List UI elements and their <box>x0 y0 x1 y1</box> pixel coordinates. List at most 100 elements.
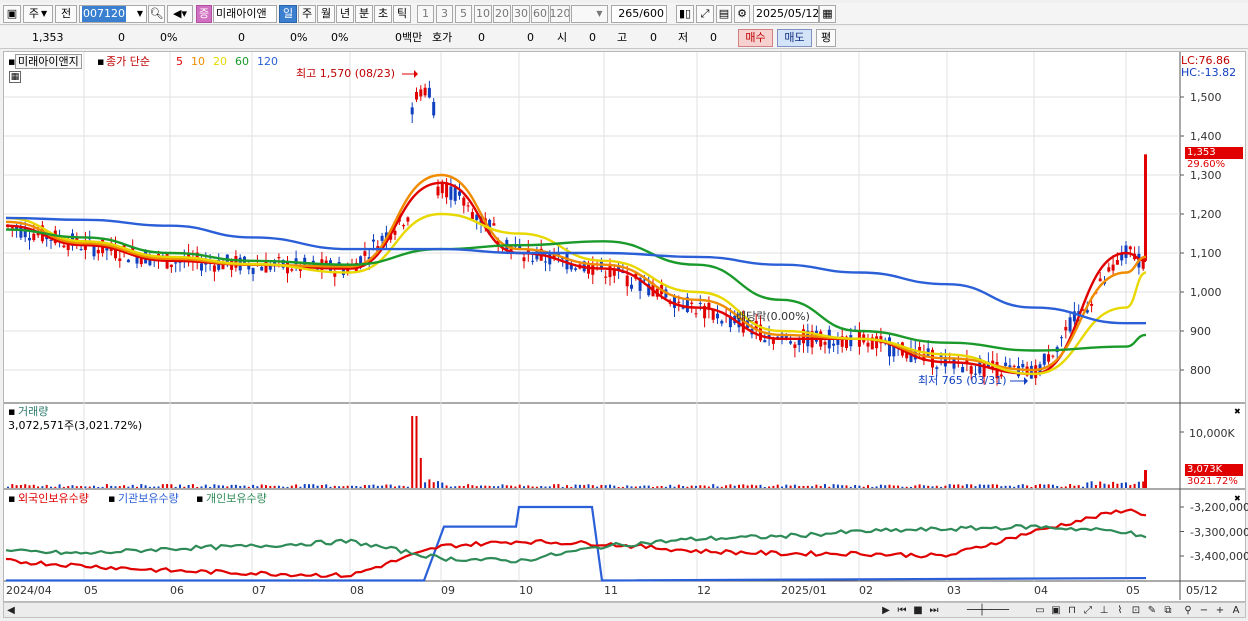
ma-legend-5[interactable]: 5 <box>176 55 183 68</box>
interval-30[interactable]: 30 <box>512 5 530 23</box>
volume-bar <box>707 486 710 488</box>
stock-name-field[interactable]: 미래아이앤 <box>213 5 277 23</box>
count-field[interactable]: 265/600 <box>611 5 667 23</box>
timeframe-0[interactable]: 일 <box>279 5 297 23</box>
volume-bar <box>811 486 814 488</box>
rewind-icon[interactable]: ⏮ <box>896 604 908 617</box>
forward-icon[interactable]: ⏭ <box>928 604 940 617</box>
volume-bar <box>742 484 745 488</box>
holdings-legend-item: 기관보유수량 <box>118 492 179 505</box>
zoom-slider[interactable]: ──┼──── <box>948 604 1028 617</box>
legend-menu-icon[interactable]: ▪ <box>8 492 15 505</box>
interval-1[interactable]: 1 <box>417 5 434 23</box>
candle-body <box>866 342 870 347</box>
pen-icon[interactable]: ✎ <box>1146 604 1158 617</box>
volume-bar <box>647 485 650 488</box>
candle-icon[interactable]: ▮▯ <box>676 5 694 23</box>
crosshair-icon[interactable]: ▣ <box>1050 604 1062 617</box>
copy-icon[interactable]: ⧉ <box>1162 604 1174 617</box>
sell-button[interactable]: 매도 <box>777 29 812 47</box>
legend-menu-icon[interactable]: ▪ <box>196 492 203 505</box>
fib-icon[interactable]: ⌇ <box>1114 604 1126 617</box>
panel-close-icon[interactable]: ✖ <box>1234 405 1241 418</box>
candle-body <box>888 337 891 357</box>
candle-body <box>1144 154 1147 261</box>
calendar-icon[interactable]: ▦ <box>819 5 836 23</box>
candle-body <box>92 245 96 257</box>
zoom-in-icon[interactable]: + <box>1214 604 1226 617</box>
volume-menu-icon[interactable]: ▪ <box>8 405 15 418</box>
stock-code-value: 007120 <box>82 6 126 22</box>
x-tick: 03 <box>947 584 961 597</box>
timeframe-4[interactable]: 분 <box>355 5 373 23</box>
layout-icon[interactable]: ▣ <box>3 5 21 23</box>
chevron-down-icon[interactable]: ▼ <box>133 6 147 22</box>
open-value: 0 <box>589 31 596 44</box>
volume-bar <box>342 486 345 488</box>
magnet-icon[interactable]: ⊓ <box>1066 604 1078 617</box>
candle-body <box>1111 264 1115 271</box>
price-tick: 1,000 <box>1190 286 1222 299</box>
volume-bar <box>583 485 586 488</box>
volume-bar <box>497 486 500 488</box>
interval-60[interactable]: 60 <box>531 5 549 23</box>
chart-scrollbar[interactable]: ◀ ▶ ⏮ ■ ⏭ ──┼──── ▭ ▣ ⊓ ⤢ ⊥ ⌇ ⊡ ✎ ⧉ ⚲ − … <box>3 602 1246 618</box>
candle-body <box>1042 353 1046 365</box>
ma-menu-icon[interactable]: ▪ <box>97 55 104 68</box>
volume-bar <box>1017 485 1020 488</box>
volume-bar <box>910 486 912 488</box>
interval-5[interactable]: 5 <box>455 5 472 23</box>
avg-button[interactable]: 평 <box>816 29 836 47</box>
volume-y-tick: 10,000K <box>1189 427 1235 440</box>
legend-menu-icon[interactable]: ▪ <box>108 492 115 505</box>
volume-bar <box>535 486 538 488</box>
volume-bar <box>19 485 22 488</box>
interval-10[interactable]: 10 <box>474 5 492 23</box>
volume-bar <box>58 484 61 488</box>
timeframe-1[interactable]: 주 <box>298 5 316 23</box>
scroll-right-icon[interactable]: ▶ <box>880 604 892 617</box>
ma-legend-120[interactable]: 120 <box>257 55 278 68</box>
panel-close-icon[interactable]: ✖ <box>1234 492 1241 505</box>
interval-3[interactable]: 3 <box>436 5 453 23</box>
ruler-icon[interactable]: ⊥ <box>1098 604 1110 617</box>
ma-legend-60[interactable]: 60 <box>235 55 249 68</box>
chart-canvas[interactable] <box>4 52 1247 603</box>
volume-tag: 3,073K <box>1185 464 1243 476</box>
stop-icon[interactable]: ■ <box>912 604 924 617</box>
timeframe-2[interactable]: 월 <box>317 5 335 23</box>
timeframe-5[interactable]: 초 <box>374 5 392 23</box>
interval-custom-select[interactable]: ▼ <box>571 5 608 23</box>
date-field[interactable]: 2025/05/12 <box>753 5 819 23</box>
zoom-out-icon[interactable]: − <box>1198 604 1210 617</box>
buy-button[interactable]: 매수 <box>738 29 773 47</box>
speaker-icon[interactable]: ◀▾ <box>167 5 193 23</box>
draw-tool-icon[interactable]: ⤢ <box>696 5 714 23</box>
volume-bar <box>381 485 384 488</box>
interval-120[interactable]: 120 <box>550 5 570 23</box>
volume-bar <box>187 485 190 488</box>
volume-bar <box>897 485 900 488</box>
save-icon[interactable]: ▤ <box>716 5 732 23</box>
font-size-icon[interactable]: A <box>1230 604 1242 617</box>
ma-legend-20[interactable]: 20 <box>213 55 227 68</box>
interval-20[interactable]: 20 <box>493 5 511 23</box>
search-icon[interactable]: 🔍︎ <box>148 5 165 23</box>
ma-legend-10[interactable]: 10 <box>191 55 205 68</box>
volume-bar <box>531 486 534 488</box>
period-type-select[interactable]: 주 ▼ <box>23 5 53 23</box>
text-tool-icon[interactable]: ⊡ <box>1130 604 1142 617</box>
prev-button[interactable]: 전 <box>55 5 77 23</box>
candle-body <box>453 187 457 201</box>
table-icon[interactable]: ▦ <box>9 71 21 83</box>
timeframe-3[interactable]: 년 <box>336 5 354 23</box>
scroll-left-icon[interactable]: ◀ <box>6 604 16 617</box>
zoom-search-icon[interactable]: ⚲ <box>1182 604 1194 617</box>
trend-icon[interactable]: ⤢ <box>1082 604 1094 617</box>
pan-icon[interactable]: ▭ <box>1034 604 1046 617</box>
gear-icon[interactable]: ⚙ <box>734 5 750 23</box>
candle-body <box>440 184 444 194</box>
volume-bar <box>660 485 663 488</box>
volume-bar <box>325 484 328 488</box>
timeframe-6[interactable]: 틱 <box>393 5 411 23</box>
